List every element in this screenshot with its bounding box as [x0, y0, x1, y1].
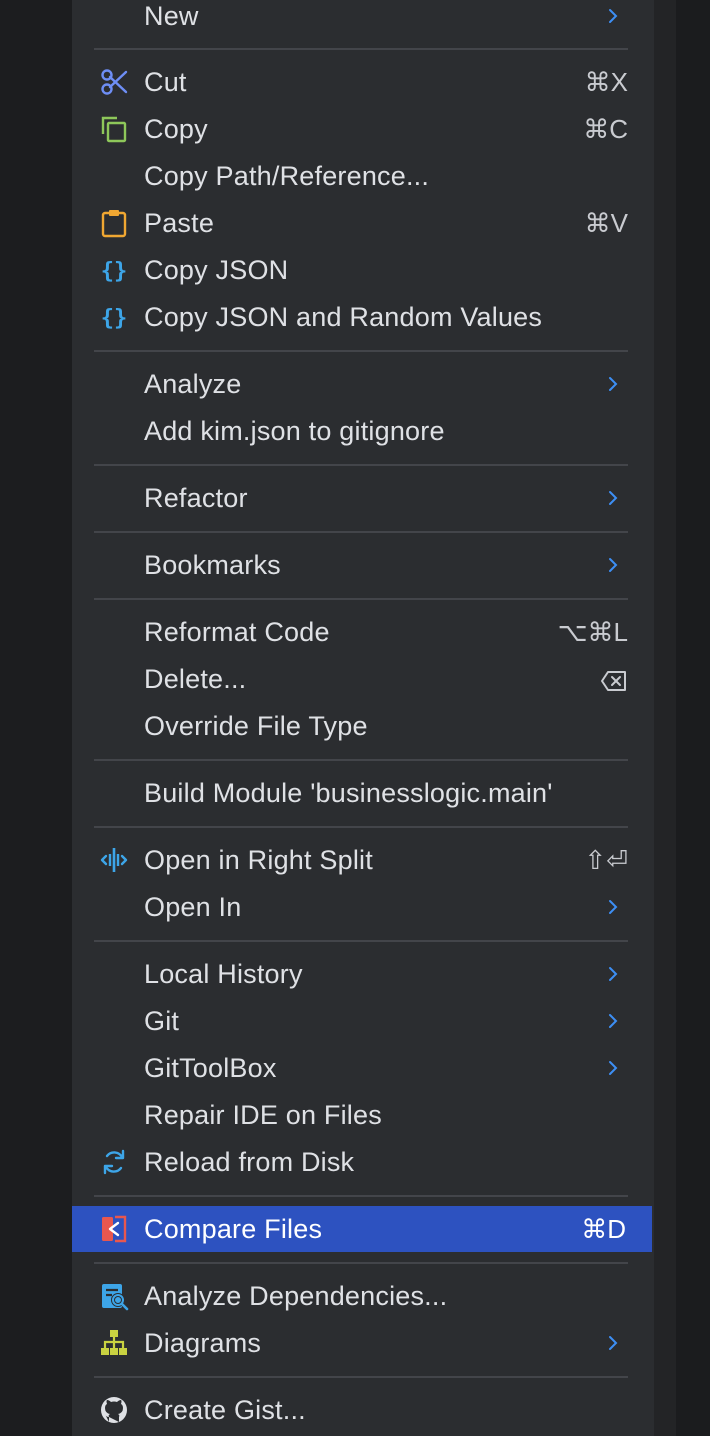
menu-item-label: Repair IDE on Files — [144, 1100, 382, 1130]
menu-item-label: Copy Path/Reference... — [144, 161, 430, 191]
menu-item-add-gitignore[interactable]: Add kim.json to gitignore — [72, 408, 654, 454]
separator — [94, 940, 628, 942]
menu-item-repair-ide[interactable]: Repair IDE on Files — [72, 1092, 654, 1138]
copy-icon — [98, 113, 130, 145]
menu-item-local-history[interactable]: Local History — [72, 951, 654, 997]
shortcut-text: ⌘D — [581, 1214, 626, 1244]
split-icon — [98, 844, 130, 876]
separator — [94, 48, 628, 50]
shortcut-text: ⌘X — [584, 67, 628, 97]
menu-item-copy-json[interactable]: {} Copy JSON — [72, 247, 654, 293]
menu-item-label: Refactor — [144, 483, 248, 513]
menu-item-label: Add kim.json to gitignore — [144, 416, 445, 446]
chevron-right-icon — [604, 556, 622, 574]
menu-item-label: Diagrams — [144, 1328, 262, 1358]
separator — [94, 1376, 628, 1378]
menu-item-copy-json-random[interactable]: {} Copy JSON and Random Values — [72, 294, 654, 340]
menu-item-new[interactable]: New — [72, 0, 654, 39]
menu-item-refactor[interactable]: Refactor — [72, 475, 654, 521]
separator — [94, 598, 628, 600]
shortcut-text: ⌥⌘L — [557, 617, 628, 647]
chevron-right-icon — [604, 7, 622, 25]
menu-item-label: Reformat Code — [144, 617, 330, 647]
menu-item-label: New — [144, 1, 199, 31]
menu-item-analyze[interactable]: Analyze — [72, 361, 654, 407]
menu-item-label: Copy — [144, 114, 208, 144]
menu-item-label: Copy JSON and Random Values — [144, 302, 543, 332]
chevron-right-icon — [604, 489, 622, 507]
shortcut-text: ⇧⏎ — [584, 845, 628, 875]
menu-item-label: Override File Type — [144, 711, 368, 741]
background-panel — [654, 0, 676, 1436]
shortcut-text: ⌘C — [583, 114, 628, 144]
separator — [94, 1195, 628, 1197]
refresh-icon — [98, 1146, 130, 1178]
compare-icon — [98, 1213, 130, 1245]
menu-item-reformat-code[interactable]: Reformat Code ⌥⌘L — [72, 609, 654, 655]
menu-item-label: Copy JSON — [144, 255, 289, 285]
menu-item-gittoolbox[interactable]: GitToolBox — [72, 1045, 654, 1091]
chevron-right-icon — [604, 1012, 622, 1030]
menu-item-compare-files[interactable]: Compare Files ⌘D — [72, 1206, 652, 1252]
scissors-icon — [98, 66, 130, 98]
menu-item-label: GitToolBox — [144, 1053, 277, 1083]
menu-item-create-gist[interactable]: Create Gist... — [72, 1387, 654, 1433]
menu-item-override-file-type[interactable]: Override File Type — [72, 703, 654, 749]
menu-item-diagrams[interactable]: Diagrams — [72, 1320, 654, 1366]
chevron-right-icon — [604, 1059, 622, 1077]
menu-item-build-module[interactable]: Build Module 'businesslogic.main' — [72, 770, 654, 816]
menu-item-open-right-split[interactable]: Open in Right Split ⇧⏎ — [72, 837, 654, 883]
menu-item-analyze-dependencies[interactable]: Analyze Dependencies... — [72, 1273, 654, 1319]
menu-item-git[interactable]: Git — [72, 998, 654, 1044]
github-icon — [98, 1394, 130, 1426]
menu-item-label: Bookmarks — [144, 550, 281, 580]
menu-item-label: Delete... — [144, 664, 247, 694]
dependencies-icon — [98, 1280, 130, 1312]
menu-item-label: Reload from Disk — [144, 1147, 355, 1177]
menu-item-label: Open in Right Split — [144, 845, 373, 875]
delete-key-icon — [600, 656, 628, 702]
menu-item-delete[interactable]: Delete... — [72, 656, 654, 702]
menu-item-label: Open In — [144, 892, 242, 922]
chevron-right-icon — [604, 1334, 622, 1352]
separator — [94, 531, 628, 533]
menu-item-paste[interactable]: Paste ⌘V — [72, 200, 654, 246]
menu-item-label: Compare Files — [144, 1214, 323, 1244]
context-menu: New Cut ⌘X Copy ⌘C Copy Path/Reference..… — [72, 0, 654, 1436]
json-braces-icon: {} — [98, 254, 130, 286]
separator — [94, 1262, 628, 1264]
separator — [94, 826, 628, 828]
chevron-right-icon — [604, 965, 622, 983]
separator — [94, 464, 628, 466]
menu-item-copy-path[interactable]: Copy Path/Reference... — [72, 153, 654, 199]
menu-item-label: Cut — [144, 67, 187, 97]
separator — [94, 759, 628, 761]
menu-item-cut[interactable]: Cut ⌘X — [72, 59, 654, 105]
menu-item-label: Analyze — [144, 369, 242, 399]
menu-item-label: Analyze Dependencies... — [144, 1281, 448, 1311]
menu-item-label: Local History — [144, 959, 303, 989]
menu-item-label: Paste — [144, 208, 215, 238]
diagram-icon — [98, 1327, 130, 1359]
menu-item-bookmarks[interactable]: Bookmarks — [72, 542, 654, 588]
svg-text:{}: {} — [101, 306, 128, 331]
svg-text:{}: {} — [101, 259, 128, 284]
menu-item-copy[interactable]: Copy ⌘C — [72, 106, 654, 152]
menu-item-reload-disk[interactable]: Reload from Disk — [72, 1139, 654, 1185]
json-braces-icon: {} — [98, 301, 130, 333]
background-panel-edge — [676, 0, 710, 1436]
chevron-right-icon — [604, 898, 622, 916]
menu-item-label: Build Module 'businesslogic.main' — [144, 778, 553, 808]
menu-item-label: Create Gist... — [144, 1395, 306, 1425]
chevron-right-icon — [604, 375, 622, 393]
clipboard-icon — [98, 207, 130, 239]
separator — [94, 350, 628, 352]
shortcut-text: ⌘V — [584, 208, 628, 238]
menu-item-open-in[interactable]: Open In — [72, 884, 654, 930]
menu-item-label: Git — [144, 1006, 180, 1036]
